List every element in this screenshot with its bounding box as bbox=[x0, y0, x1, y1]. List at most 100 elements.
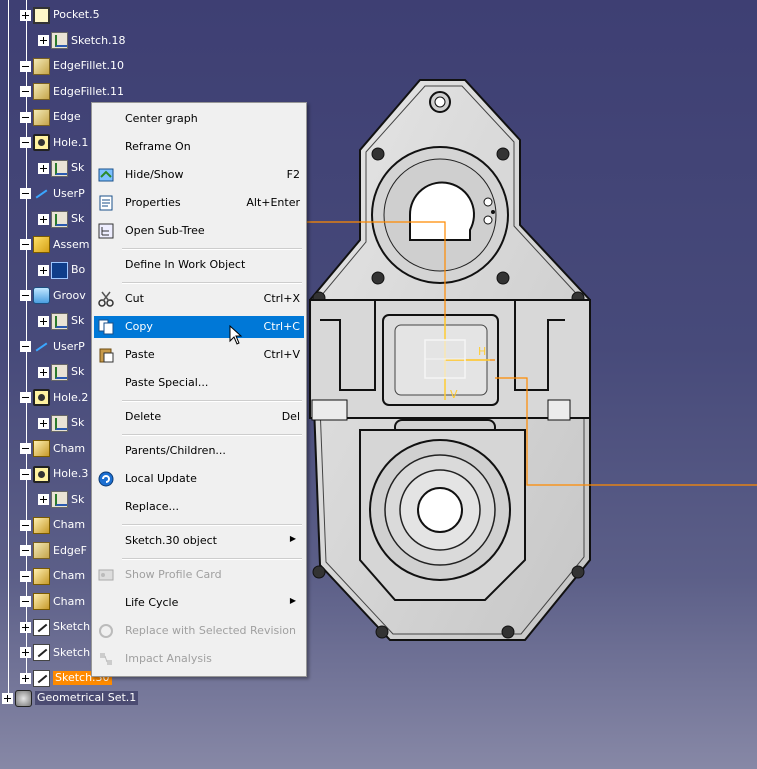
menu-item-properties[interactable]: Properties Alt+Enter bbox=[94, 192, 304, 214]
menu-item-label: Replace with Selected Revision bbox=[125, 624, 296, 637]
tree-item[interactable]: Sketch bbox=[20, 641, 90, 665]
expand-toggle-icon[interactable] bbox=[20, 570, 31, 582]
expand-toggle-icon[interactable] bbox=[38, 35, 49, 46]
tree-item[interactable]: Sk bbox=[38, 411, 84, 435]
tree-item[interactable]: Sk bbox=[38, 360, 84, 384]
expand-toggle-icon[interactable] bbox=[38, 417, 49, 429]
tree-item[interactable]: Hole.2 bbox=[20, 386, 88, 410]
tree-item[interactable]: UserP bbox=[20, 335, 85, 359]
expand-toggle-icon[interactable] bbox=[38, 366, 49, 378]
tree-item[interactable]: Sketch.18 bbox=[38, 29, 126, 53]
expand-toggle-icon[interactable] bbox=[20, 111, 31, 123]
menu-item-delete[interactable]: Delete Del bbox=[94, 406, 304, 428]
sketch-icon bbox=[51, 312, 68, 330]
menu-item-paste-special[interactable]: Paste Special... bbox=[94, 372, 304, 394]
tree-item[interactable]: EdgeFillet.10 bbox=[20, 54, 124, 78]
3d-viewport[interactable]: H V Pocket.5 Sketch.18 EdgeFillet.10 EdgeFi… bbox=[0, 0, 757, 769]
tree-item[interactable]: Cham bbox=[20, 513, 85, 537]
tree-item[interactable]: Sk bbox=[38, 488, 84, 512]
tree-item[interactable]: Pocket.5 bbox=[20, 3, 100, 27]
menu-separator bbox=[122, 282, 302, 284]
menu-separator bbox=[122, 434, 302, 436]
menu-item-label: Delete bbox=[125, 410, 162, 423]
context-menu[interactable]: Center graph Reframe On Hide/Show F2 Propert… bbox=[91, 102, 307, 677]
tree-item-label: Hole.2 bbox=[53, 390, 89, 404]
tree-item[interactable]: Hole.1 bbox=[20, 131, 88, 155]
menu-item-label: Local Update bbox=[125, 472, 197, 485]
menu-item-parents-children[interactable]: Parents/Children... bbox=[94, 440, 304, 462]
menu-item-life-cycle[interactable]: Life Cycle ▶ bbox=[94, 592, 304, 614]
tree-item[interactable]: Sketch bbox=[20, 615, 90, 639]
part-model[interactable]: H V bbox=[300, 70, 757, 670]
expand-toggle-icon[interactable] bbox=[20, 239, 31, 250]
expand-toggle-icon[interactable] bbox=[20, 596, 31, 607]
tree-item-label: Cham bbox=[53, 569, 86, 582]
tree-item[interactable]: Cham bbox=[20, 564, 85, 588]
expand-toggle-icon[interactable] bbox=[20, 290, 31, 301]
edge-fillet-icon bbox=[33, 57, 50, 75]
expand-toggle-icon[interactable] bbox=[20, 468, 31, 480]
menu-item-hide-show[interactable]: Hide/Show F2 bbox=[94, 164, 304, 186]
menu-item-impact-analysis: Impact Analysis bbox=[94, 648, 304, 670]
expand-toggle-icon[interactable] bbox=[20, 137, 31, 148]
tree-item[interactable]: Sk bbox=[38, 309, 84, 333]
tree-item[interactable]: Hole.3 bbox=[20, 462, 88, 486]
expand-toggle-icon[interactable] bbox=[38, 213, 49, 225]
tree-item[interactable]: EdgeFillet.11 bbox=[20, 80, 124, 104]
menu-item-replace[interactable]: Replace... bbox=[94, 496, 304, 518]
menu-item-shortcut: Del bbox=[281, 410, 300, 423]
menu-separator bbox=[122, 400, 302, 402]
tree-item[interactable]: Groov bbox=[20, 284, 86, 308]
tree-item[interactable]: UserP bbox=[20, 182, 85, 206]
menu-item-cut[interactable]: Cut Ctrl+X bbox=[94, 288, 304, 310]
expand-toggle-icon[interactable] bbox=[38, 264, 49, 276]
tree-item[interactable]: Bo bbox=[38, 258, 85, 282]
expand-toggle-icon[interactable] bbox=[20, 672, 31, 684]
expand-toggle-icon[interactable] bbox=[20, 647, 31, 658]
menu-item-sketch-30-object[interactable]: Sketch.30 object ▶ bbox=[94, 530, 304, 552]
menu-separator bbox=[122, 524, 302, 526]
tree-item[interactable]: Geometrical Set.1 bbox=[2, 686, 139, 710]
tree-item[interactable]: Cham bbox=[20, 590, 85, 614]
expand-toggle-icon[interactable] bbox=[38, 162, 49, 174]
menu-item-paste[interactable]: Paste Ctrl+V bbox=[94, 344, 304, 366]
expand-toggle-icon[interactable] bbox=[38, 494, 49, 505]
pocket-icon bbox=[33, 6, 50, 24]
expand-toggle-icon[interactable] bbox=[20, 341, 31, 352]
expand-toggle-icon[interactable] bbox=[20, 545, 31, 556]
menu-item-open-sub-tree[interactable]: Open Sub-Tree bbox=[94, 220, 304, 242]
tree-item[interactable]: Cham bbox=[20, 437, 85, 461]
expand-toggle-icon[interactable] bbox=[20, 60, 31, 72]
chamfer-icon bbox=[33, 593, 50, 610]
menu-item-define-in-work-object[interactable]: Define In Work Object bbox=[94, 254, 304, 276]
tree-item[interactable]: Edge bbox=[20, 105, 81, 129]
hole-icon bbox=[33, 134, 50, 151]
expand-toggle-icon[interactable] bbox=[20, 392, 31, 403]
menu-item-local-update[interactable]: Local Update bbox=[94, 468, 304, 490]
tree-item[interactable]: Sk bbox=[38, 207, 84, 231]
expand-toggle-icon[interactable] bbox=[20, 86, 31, 97]
expand-toggle-icon[interactable] bbox=[38, 315, 49, 327]
tree-item-label: Sk bbox=[71, 161, 85, 174]
expand-toggle-icon[interactable] bbox=[20, 621, 31, 633]
menu-item-center-graph[interactable]: Center graph bbox=[94, 108, 304, 130]
expand-toggle-icon[interactable] bbox=[20, 443, 31, 454]
expand-toggle-icon[interactable] bbox=[20, 9, 31, 21]
menu-item-copy[interactable]: Copy Ctrl+C bbox=[94, 316, 304, 338]
tree-item[interactable]: Sk bbox=[38, 156, 84, 180]
menu-item-label: Hide/Show bbox=[125, 168, 184, 181]
expand-toggle-icon[interactable] bbox=[20, 188, 31, 199]
axis-h-label: H bbox=[478, 345, 486, 358]
axis-v-label: V bbox=[450, 388, 458, 401]
tree-item[interactable]: Assem bbox=[20, 233, 89, 257]
tree-item[interactable]: EdgeF bbox=[20, 539, 87, 563]
tree-item-label: Geometrical Set.1 bbox=[35, 691, 139, 705]
open-subtree-icon bbox=[98, 223, 114, 239]
menu-item-shortcut: Ctrl+X bbox=[263, 292, 300, 305]
sketch-tool-icon bbox=[33, 644, 50, 661]
geometrical-set-icon bbox=[15, 689, 32, 707]
expand-toggle-icon[interactable] bbox=[2, 692, 13, 704]
menu-item-reframe-on[interactable]: Reframe On bbox=[94, 136, 304, 158]
expand-toggle-icon[interactable] bbox=[20, 519, 31, 531]
menu-item-label: Cut bbox=[125, 292, 144, 305]
